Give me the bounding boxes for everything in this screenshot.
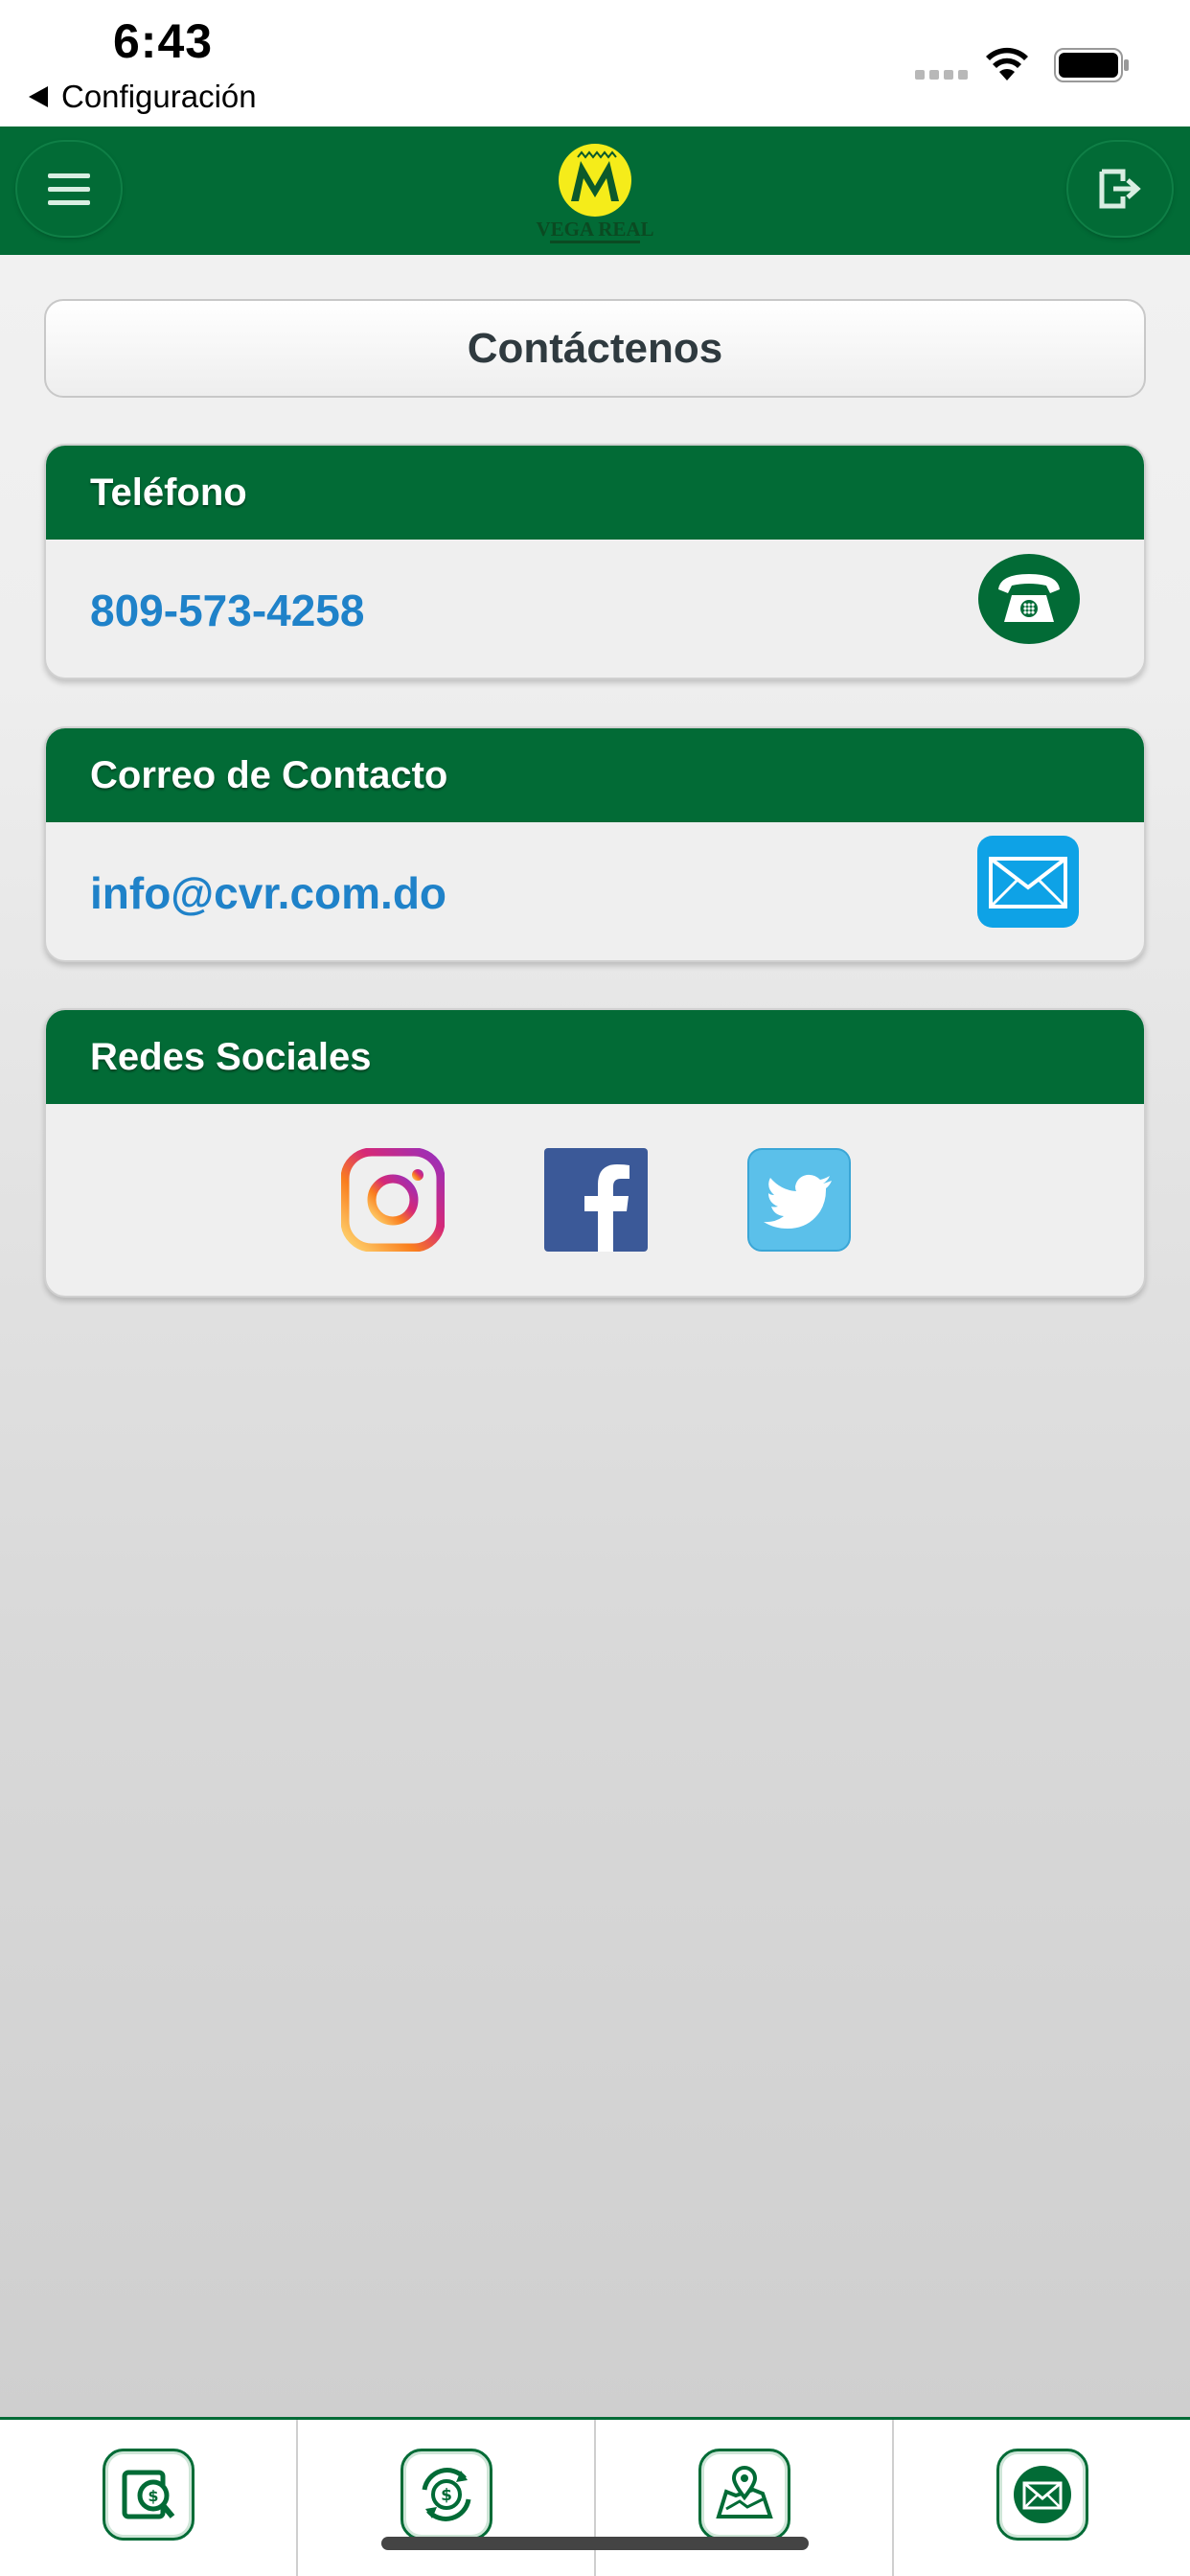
mail-icon[interactable] (977, 836, 1079, 928)
tab-contact-frame (995, 2449, 1088, 2541)
facebook-icon[interactable] (544, 1148, 648, 1252)
mail-card-body: info@cvr.com.do (46, 822, 1144, 960)
cellular-signal-icon (915, 70, 968, 80)
money-exchange-icon: $ (422, 2468, 470, 2521)
vega-real-logo: VEGA REAL (536, 144, 654, 243)
back-label: Configuración (61, 79, 257, 114)
status-bar: 6:43 Configuración (0, 0, 1190, 126)
phone-card-body: 809-573-4258 (46, 540, 1144, 678)
hamburger-menu-icon (48, 173, 90, 205)
phone-number-link[interactable]: 809-573-4258 (90, 585, 364, 636)
svg-text:$: $ (441, 2486, 452, 2505)
logout-icon (1099, 169, 1141, 209)
logout-button[interactable] (1068, 142, 1172, 236)
back-arrow-icon (29, 86, 48, 107)
social-card: Redes Sociales (44, 1008, 1146, 1298)
bottom-tab-bar: $ $ (0, 2417, 1190, 2576)
page-title: Contáctenos (44, 299, 1146, 398)
home-indicator[interactable] (381, 2537, 809, 2550)
wifi-icon (986, 47, 1028, 80)
tab-balance[interactable]: $ (0, 2420, 298, 2576)
mail-card-heading: Correo de Contacto (46, 728, 1144, 822)
balance-search-icon: $ (122, 2470, 174, 2519)
tab-locations[interactable] (596, 2420, 894, 2576)
tab-contact[interactable] (894, 2420, 1190, 2576)
phone-card-heading: Teléfono (46, 446, 1144, 540)
map-location-icon (715, 2466, 773, 2518)
svg-text:$: $ (148, 2487, 158, 2505)
mail-icon (1013, 2466, 1071, 2523)
menu-button[interactable] (17, 142, 121, 236)
status-time: 6:43 (113, 14, 214, 68)
telephone-icon[interactable] (977, 553, 1081, 645)
tab-balance-frame: $ (102, 2449, 195, 2541)
tab-exchange[interactable]: $ (298, 2420, 596, 2576)
battery-icon (1054, 48, 1129, 82)
mail-card: Correo de Contacto info@cvr.com.do (44, 726, 1146, 962)
twitter-icon[interactable] (747, 1148, 851, 1252)
tab-exchange-frame: $ (400, 2449, 492, 2541)
tab-locations-frame (698, 2449, 790, 2541)
logo-text: VEGA REAL (536, 218, 653, 241)
app-header: VEGA REAL (0, 126, 1190, 255)
back-to-app-button[interactable]: Configuración (29, 79, 257, 115)
contact-screen: 6:43 Configuración VEGA REAL Contáctenos… (0, 0, 1190, 2576)
phone-card: Teléfono 809-573-4258 (44, 444, 1146, 679)
social-card-body (46, 1104, 1144, 1296)
instagram-icon[interactable] (341, 1148, 445, 1252)
social-card-heading: Redes Sociales (46, 1010, 1144, 1104)
email-link[interactable]: info@cvr.com.do (90, 867, 446, 919)
